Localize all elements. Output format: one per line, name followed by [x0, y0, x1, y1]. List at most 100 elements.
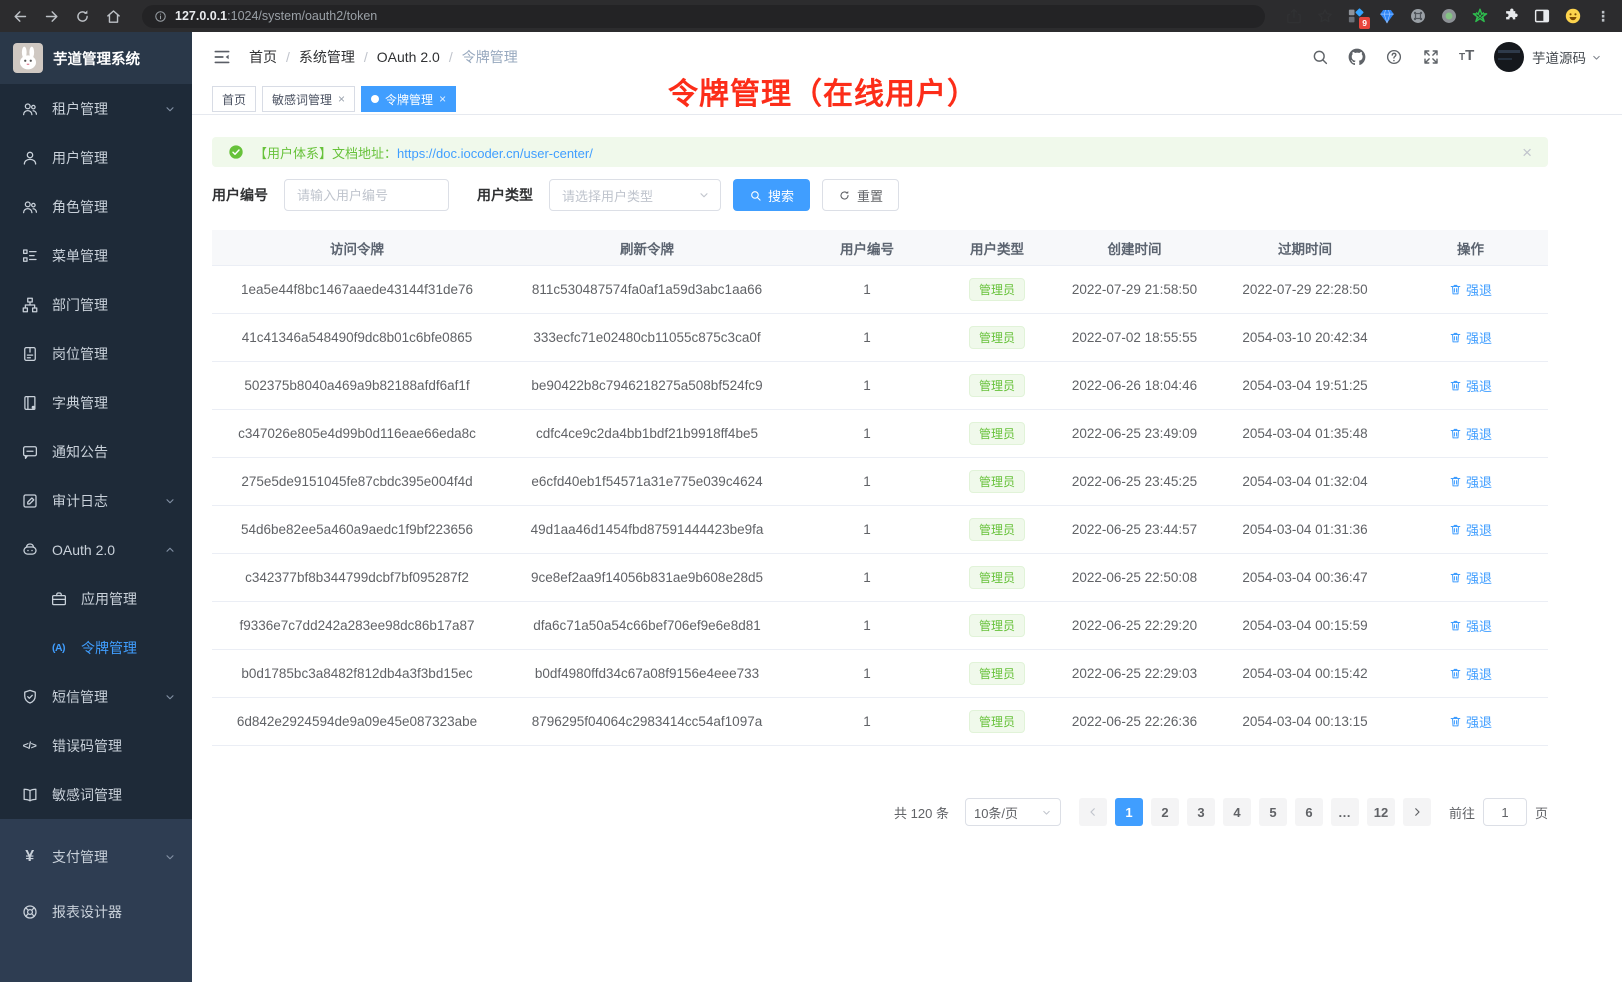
users-icon [20, 99, 39, 118]
user-icon [20, 148, 39, 167]
user-type-select[interactable]: 请选择用户类型 [549, 179, 721, 211]
record-circle-icon[interactable] [1440, 7, 1458, 25]
share-icon[interactable] [1285, 7, 1303, 25]
breadcrumb-item[interactable]: 系统管理 [299, 47, 355, 67]
sidebar-item-sms[interactable]: 短信管理 [0, 672, 192, 721]
green-star-icon[interactable] [1471, 7, 1489, 25]
command-circle-icon[interactable] [1409, 7, 1427, 25]
refresh-token-cell: cdfc4ce9c2da4bb1bdf21b9918ff4be5 [502, 426, 792, 441]
home-icon[interactable] [105, 8, 122, 25]
sidebar-item-menu[interactable]: 菜单管理 [0, 231, 192, 280]
page-button-4[interactable]: 4 [1223, 798, 1251, 826]
reload-icon[interactable] [74, 8, 91, 25]
sidebar-item-user[interactable]: 用户管理 [0, 133, 192, 182]
breadcrumb-separator: / [286, 49, 290, 65]
force-logout-button[interactable]: 强退 [1449, 568, 1492, 587]
fullscreen-icon[interactable] [1422, 48, 1440, 66]
prev-page-button[interactable] [1079, 798, 1107, 826]
help-icon[interactable] [1385, 48, 1403, 66]
sidebar-item-label: 角色管理 [52, 197, 176, 217]
doc-link[interactable]: https://doc.iocoder.cn/user-center/ [397, 146, 593, 161]
info-icon[interactable] [154, 10, 167, 23]
sidebar-item-oauth2-token[interactable]: (A)令牌管理 [0, 623, 192, 672]
sidebar-item-error-code[interactable]: </>错误码管理 [0, 721, 192, 770]
chevron-down-icon [698, 189, 710, 201]
refresh-token-cell: be90422b8c7946218275a508bf524fc9 [502, 378, 792, 393]
sidebar-item-dict[interactable]: 字典管理 [0, 378, 192, 427]
address-bar[interactable]: 127.0.0.1:1024/system/oauth2/token [142, 5, 1265, 28]
github-icon[interactable] [1348, 48, 1366, 66]
back-icon[interactable] [12, 8, 29, 25]
sidebar-item-sensitive-word[interactable]: 敏感词管理 [0, 770, 192, 819]
close-icon[interactable]: × [1522, 144, 1532, 161]
chevron-down-icon [164, 103, 176, 115]
chevron-down-icon[interactable] [1591, 52, 1602, 63]
sidebar-item-notice[interactable]: 通知公告 [0, 427, 192, 476]
force-logout-button[interactable]: 强退 [1449, 664, 1492, 683]
close-icon[interactable]: × [439, 92, 446, 106]
user-type-badge: 管理员 [969, 278, 1025, 301]
book-open-icon [20, 785, 39, 804]
bookmark-star-icon[interactable] [1316, 7, 1334, 25]
gem-icon[interactable] [1378, 7, 1396, 25]
sidebar-item-pay[interactable]: ¥支付管理 [0, 833, 192, 881]
force-logout-button[interactable]: 强退 [1449, 712, 1492, 731]
sidebar-item-label: 用户管理 [52, 148, 176, 168]
tab-token[interactable]: 令牌管理× [361, 86, 456, 112]
page-button-12[interactable]: 12 [1367, 798, 1395, 826]
user-type-label: 用户类型 [477, 185, 533, 205]
font-size-icon[interactable]: TT [1459, 48, 1477, 66]
chevron-down-icon [164, 691, 176, 703]
menu-dots-icon[interactable]: ⋮ [1596, 8, 1610, 25]
user-type-badge: 管理员 [969, 326, 1025, 349]
sidebar-item-tenant[interactable]: 租户管理 [0, 84, 192, 133]
close-icon[interactable]: × [338, 92, 345, 106]
search-icon[interactable] [1311, 48, 1329, 66]
sidebar-item-post[interactable]: 岗位管理 [0, 329, 192, 378]
sidebar-collapse-icon[interactable] [212, 47, 232, 67]
more-pages-button[interactable]: … [1331, 798, 1359, 826]
breadcrumb-item[interactable]: OAuth 2.0 [377, 49, 440, 65]
goto-page-input[interactable] [1483, 798, 1527, 826]
sidebar-item-oauth2-app[interactable]: 应用管理 [0, 574, 192, 623]
user-id-input[interactable] [284, 179, 449, 211]
sidebar-item-label: 菜单管理 [52, 246, 176, 266]
username[interactable]: 芋道源码 [1532, 47, 1586, 67]
sidebar-item-oauth2[interactable]: OAuth 2.0 [0, 525, 192, 574]
search-button[interactable]: 搜索 [733, 179, 810, 211]
force-logout-button[interactable]: 强退 [1449, 472, 1492, 491]
puzzle-icon[interactable] [1502, 7, 1520, 25]
page-button-1[interactable]: 1 [1115, 798, 1143, 826]
user-type-badge: 管理员 [969, 374, 1025, 397]
force-logout-button[interactable]: 强退 [1449, 376, 1492, 395]
page-button-3[interactable]: 3 [1187, 798, 1215, 826]
reset-button[interactable]: 重置 [822, 179, 899, 211]
page-button-5[interactable]: 5 [1259, 798, 1287, 826]
extensions-badge-icon[interactable]: 9 [1347, 7, 1365, 25]
sidebar-item-role[interactable]: 角色管理 [0, 182, 192, 231]
breadcrumb-item[interactable]: 首页 [249, 47, 277, 67]
breadcrumb-separator: / [449, 49, 453, 65]
sidebar-item-report-designer[interactable]: 报表设计器 [0, 888, 192, 936]
next-page-button[interactable] [1403, 798, 1431, 826]
chevron-down-icon [1041, 807, 1052, 818]
force-logout-button[interactable]: 强退 [1449, 520, 1492, 539]
tab-sensitive-word[interactable]: 敏感词管理× [262, 86, 355, 112]
force-logout-button[interactable]: 强退 [1449, 328, 1492, 347]
forward-icon[interactable] [43, 8, 60, 25]
app-logo[interactable]: 芋道管理系统 [0, 32, 192, 84]
force-logout-button[interactable]: 强退 [1449, 280, 1492, 299]
avatar[interactable] [1494, 42, 1524, 72]
page-size-select[interactable]: 10条/页 [965, 798, 1061, 826]
page-button-6[interactable]: 6 [1295, 798, 1323, 826]
emoji-icon[interactable] [1564, 7, 1582, 25]
sidebar-toggle-icon[interactable] [1533, 7, 1551, 25]
sidebar-item-dept[interactable]: 部门管理 [0, 280, 192, 329]
force-logout-button[interactable]: 强退 [1449, 424, 1492, 443]
column-header: 创建时间 [1052, 238, 1217, 258]
force-logout-button[interactable]: 强退 [1449, 616, 1492, 635]
tab-home[interactable]: 首页 [212, 86, 256, 112]
page-button-2[interactable]: 2 [1151, 798, 1179, 826]
sidebar-item-audit-log[interactable]: 审计日志 [0, 476, 192, 525]
success-check-icon [228, 144, 244, 160]
